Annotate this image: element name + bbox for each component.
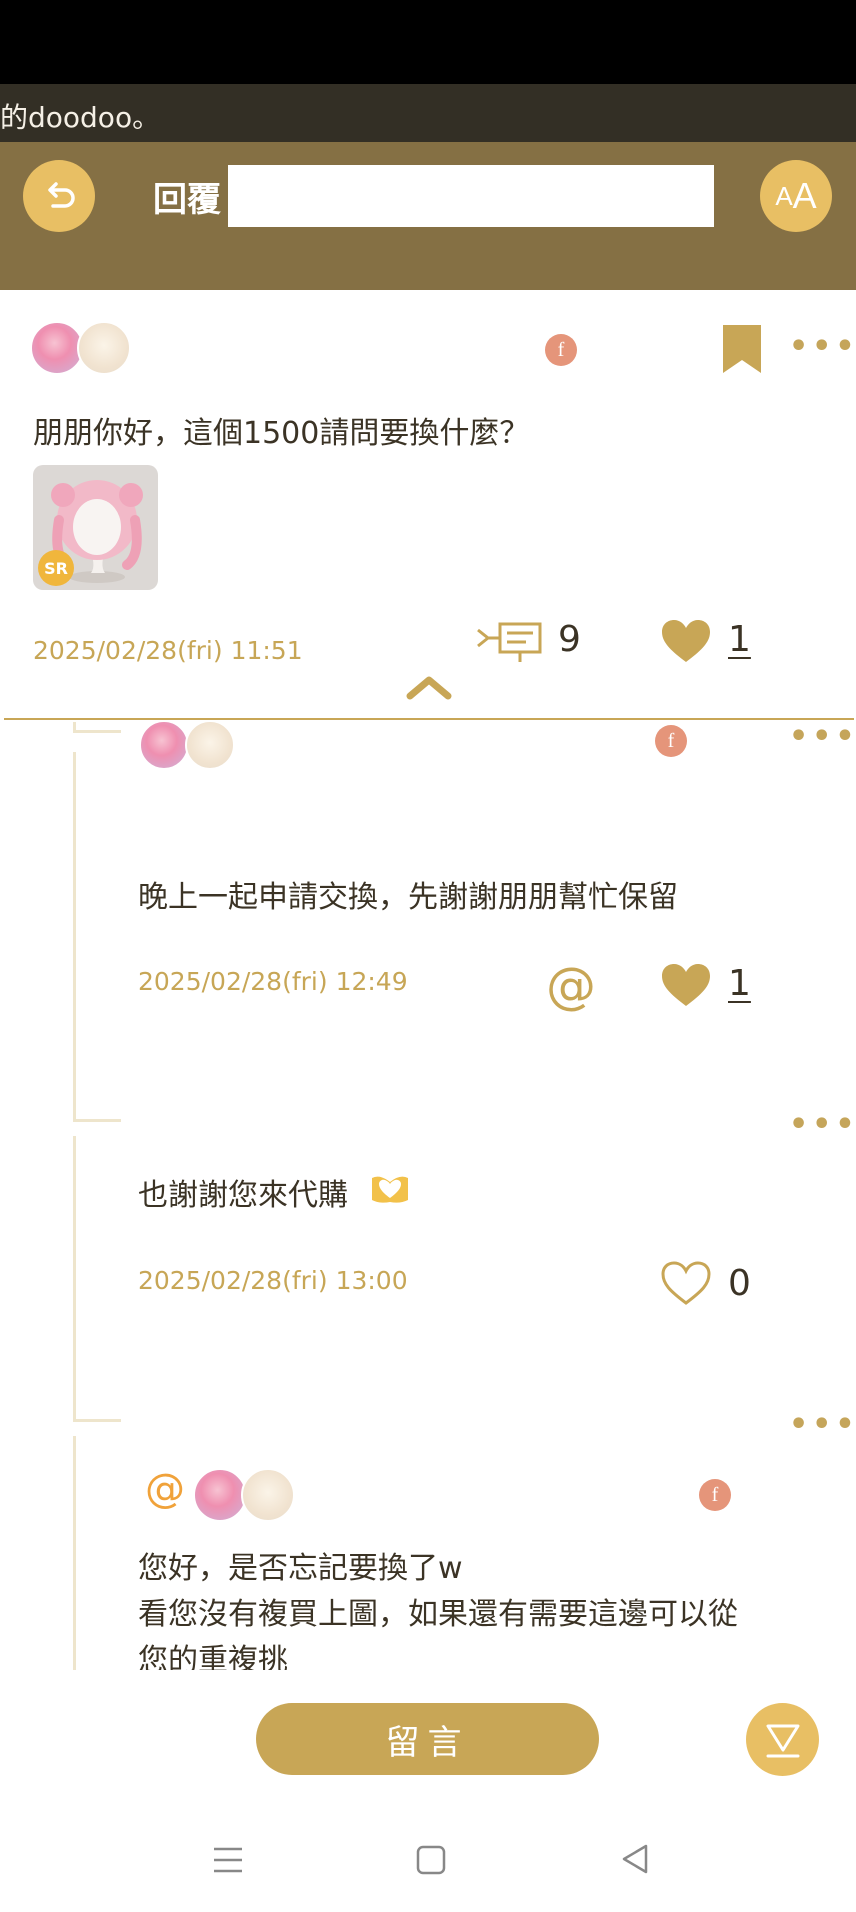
heart-outline-icon[interactable] [660,1260,712,1306]
reply-date: 2025/02/28(fri) 12:49 [138,967,408,996]
avatar[interactable] [139,720,189,770]
avatar[interactable] [185,720,235,770]
page-title: 回覆 [153,180,221,220]
notice-ticker-text: 的doodoo。 [0,101,161,134]
thread-line [73,1136,76,1422]
heart-hands-emoji-icon [372,1176,408,1203]
more-options-icon[interactable]: ••• [789,722,856,752]
heart-filled-icon[interactable] [660,962,712,1008]
section-divider [4,718,854,720]
reply-count: 9 [558,619,581,660]
scroll-to-bottom-button[interactable] [746,1703,819,1776]
back-nav-icon[interactable] [620,1843,650,1875]
reply-text: 也謝謝您來代購 [138,1178,348,1213]
font-size-icon: A [775,180,793,211]
like-count[interactable]: 0 [728,1263,751,1304]
scroll-down-icon [766,1724,799,1757]
post-text: 朋朋你好，這個1500請問要換什麼？ [33,416,530,451]
menu-icon[interactable] [212,1845,244,1875]
thread-line [73,1119,121,1122]
mention-icon[interactable]: @ [546,958,596,1014]
avatar[interactable] [193,1468,247,1522]
reply-text: 晚上一起申請交換，先謝謝朋朋幫忙保留 [138,880,678,915]
redacted-title-area [228,165,714,227]
bookmark-icon[interactable] [723,325,761,373]
home-icon[interactable] [416,1845,446,1875]
like-count[interactable]: 1 [728,619,751,660]
thread-line [73,752,76,1122]
status-bar [0,0,856,84]
more-options-icon[interactable]: ••• [789,1410,856,1440]
back-button[interactable] [23,160,95,232]
thread-line [73,722,76,730]
facebook-icon: f [545,334,577,366]
avatar[interactable] [77,321,131,375]
reply-text-line: 您好，是否忘記要換了w [138,1551,463,1586]
reply-text-line: 您的重複挑 [138,1643,288,1670]
post-date: 2025/02/28(fri) 11:51 [33,636,303,665]
back-arrow-icon [48,182,75,208]
avatar[interactable] [241,1468,295,1522]
facebook-icon: f [699,1479,731,1511]
thread-line [73,730,121,733]
mention-icon[interactable]: @ [145,1466,185,1512]
facebook-icon: f [655,725,687,757]
reply-text: 您好，是否忘記要換了w 看您沒有複買上圖，如果還有需要這邊可以從 您的重複挑 [138,1546,838,1670]
reply-count-icon[interactable] [476,620,548,664]
reply-date: 2025/02/28(fri) 13:00 [138,1266,408,1295]
comment-button[interactable]: 留言 [256,1703,599,1775]
like-count[interactable]: 1 [728,963,751,1004]
avatar[interactable] [30,321,84,375]
more-options-icon[interactable]: ••• [789,332,856,362]
reply-text-line: 看您沒有複買上圖，如果還有需要這邊可以從 [138,1597,738,1632]
collapse-arrow-icon[interactable] [406,674,452,700]
heart-filled-icon[interactable] [660,618,712,664]
rarity-badge: SR [38,550,74,586]
thread-line [73,1436,76,1670]
more-options-icon[interactable]: ••• [789,1110,856,1140]
font-size-button[interactable]: AA [760,160,832,232]
thread-line [73,1419,121,1422]
